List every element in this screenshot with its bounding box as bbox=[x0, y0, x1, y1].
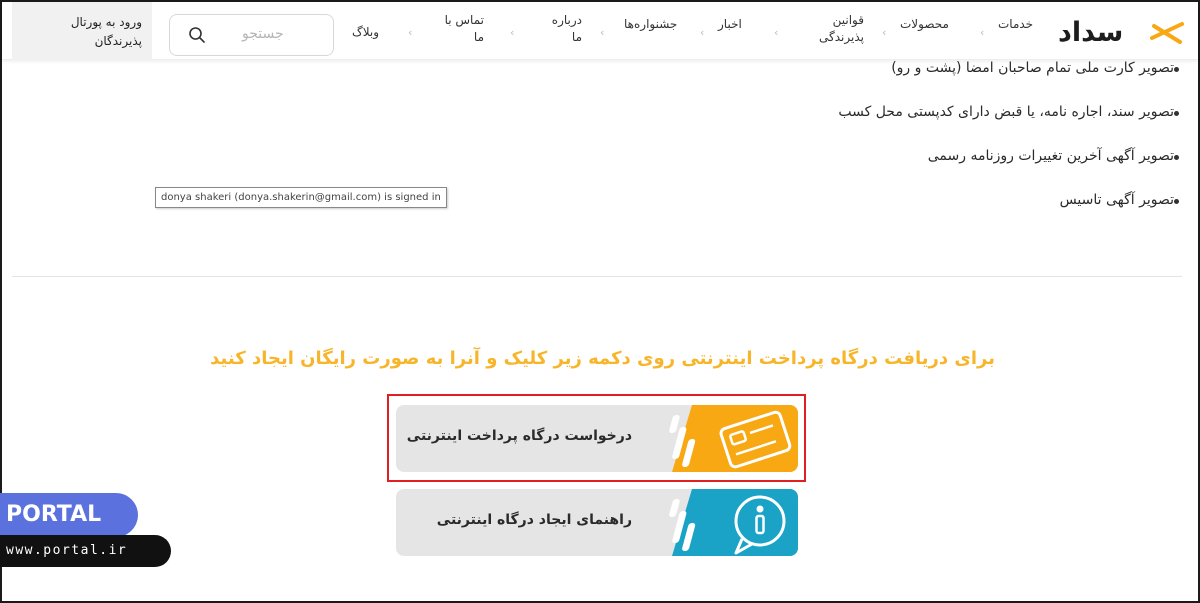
nav-festivals[interactable]: جشنواره‌ها bbox=[624, 16, 677, 33]
list-item: تصویر سند، اجاره نامه، یا قبض دارای کدپس… bbox=[838, 104, 1174, 120]
section-divider bbox=[12, 276, 1182, 277]
nav-services[interactable]: خدمات bbox=[998, 16, 1033, 33]
bullet-icon bbox=[1174, 67, 1179, 72]
list-item: تصویر آگهی آخرین تغییرات روزنامه رسمی bbox=[927, 148, 1174, 164]
list-item: تصویر آگهی تاسیس bbox=[1059, 192, 1174, 208]
signed-in-tooltip: donya shakeri (donya.shakerin@gmail.com)… bbox=[155, 187, 447, 208]
list-item: تصویر کارت ملی تمام صاحبان امضا (پشت و ر… bbox=[891, 60, 1174, 76]
request-gateway-label: درخواست درگاه پرداخت اینترنتی bbox=[406, 428, 632, 444]
site-logo[interactable]: سداد bbox=[1058, 16, 1184, 50]
chevron-left-icon: ‹ bbox=[700, 26, 705, 39]
gateway-guide-button[interactable]: راهنمای ایجاد درگاه اینترنتی bbox=[396, 489, 798, 556]
watermark-url: www.portal.ir bbox=[0, 535, 171, 567]
site-header: سداد خدمات ‹ محصولات ‹ قوانین پذیرندگی ‹… bbox=[2, 2, 1198, 60]
nav-news[interactable]: اخبار bbox=[718, 16, 742, 33]
request-gateway-button[interactable]: درخواست درگاه پرداخت اینترنتی bbox=[396, 405, 798, 472]
watermark-brand: PORTAL bbox=[0, 493, 138, 537]
search-icon[interactable] bbox=[188, 26, 206, 44]
info-icon bbox=[669, 489, 798, 556]
nav-about[interactable]: درباره ما bbox=[542, 12, 582, 46]
chevron-left-icon: ‹ bbox=[408, 26, 413, 39]
portal-login-button[interactable]: ورود به پورتال پذیرندگان bbox=[12, 2, 152, 60]
nav-blog[interactable]: وبلاگ bbox=[352, 24, 379, 41]
cta-headline: برای دریافت درگاه پرداخت اینترنتی روی دک… bbox=[210, 348, 995, 369]
nav-contact[interactable]: تماس با ما bbox=[438, 12, 484, 46]
bullet-icon bbox=[1174, 155, 1179, 160]
nav-products[interactable]: محصولات bbox=[900, 16, 949, 33]
bullet-icon bbox=[1174, 199, 1179, 204]
nav-acceptance-rules[interactable]: قوانین پذیرندگی bbox=[808, 12, 864, 46]
chevron-left-icon: ‹ bbox=[882, 26, 887, 39]
chevron-left-icon: ‹ bbox=[774, 26, 779, 39]
gateway-guide-label: راهنمای ایجاد درگاه اینترنتی bbox=[436, 512, 632, 528]
portal-login-label: ورود به پورتال پذیرندگان bbox=[70, 15, 142, 48]
chevron-left-icon: ‹ bbox=[510, 26, 515, 39]
logo-text: سداد bbox=[1058, 17, 1124, 48]
search-input[interactable]: جستجو bbox=[169, 14, 334, 56]
chevron-left-icon: ‹ bbox=[980, 26, 985, 39]
credit-card-icon bbox=[669, 405, 798, 472]
logo-mark-icon bbox=[1150, 22, 1184, 44]
search-placeholder: جستجو bbox=[242, 26, 284, 42]
chevron-left-icon: ‹ bbox=[600, 26, 605, 39]
bullet-icon bbox=[1174, 111, 1179, 116]
